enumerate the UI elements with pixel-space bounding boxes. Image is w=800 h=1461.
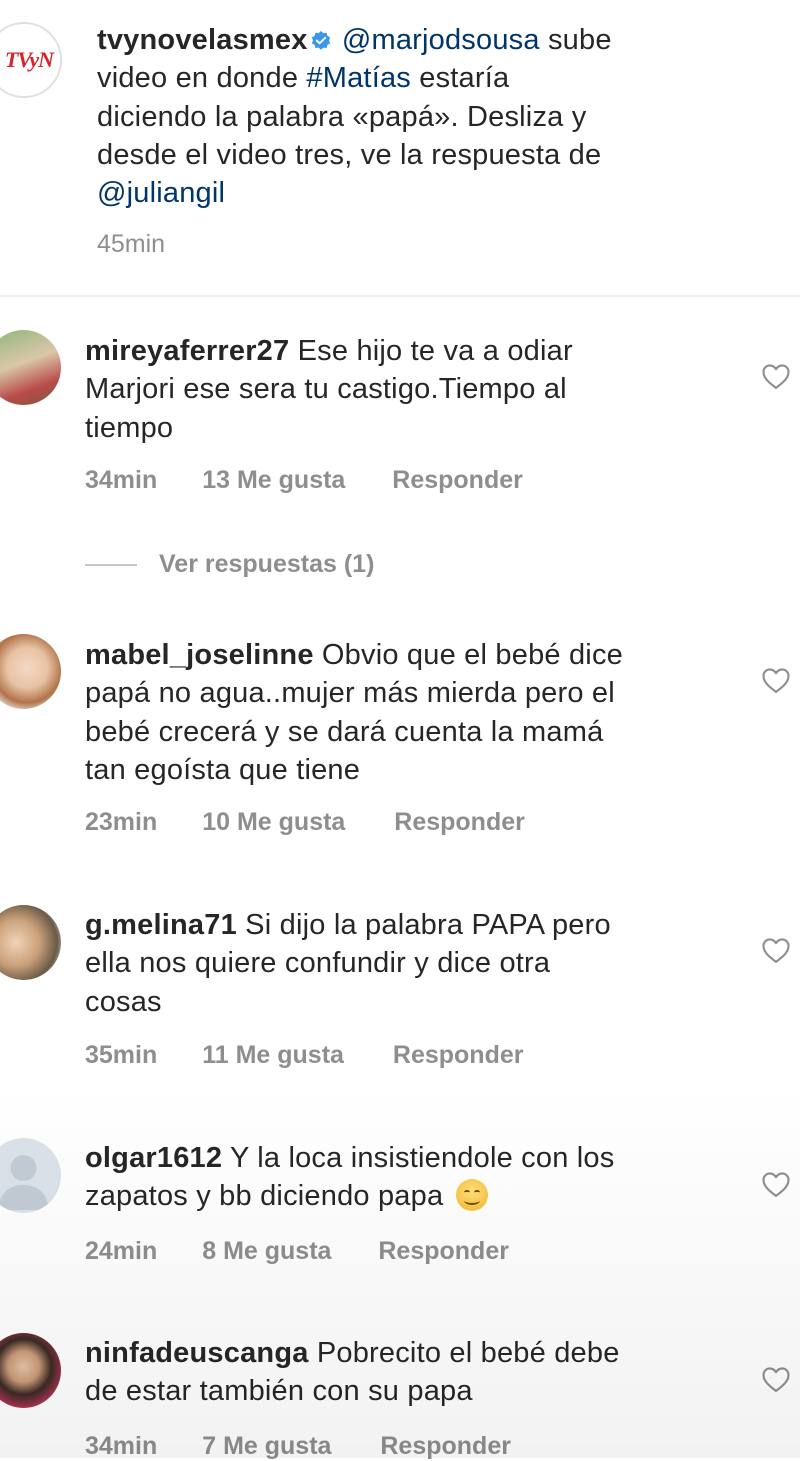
heart-outline-icon[interactable] — [761, 936, 791, 964]
avatar[interactable] — [0, 1138, 61, 1213]
comment-body: tiempo — [85, 411, 174, 444]
mention-marjodsousa[interactable]: @marjodsousa — [342, 24, 540, 56]
comment-timestamp: 23min — [85, 808, 158, 836]
verified-badge-icon — [311, 31, 330, 50]
heart-outline-icon[interactable] — [761, 1365, 791, 1393]
comment-body: papá no agua..mujer más mierda pero el — [85, 677, 615, 710]
replies-divider-line — [85, 564, 137, 567]
avatar[interactable] — [0, 1333, 61, 1408]
view-replies-button[interactable]: Ver respuestas (1) — [85, 550, 374, 579]
reply-button[interactable]: Responder — [378, 1237, 509, 1266]
comment-username[interactable]: g.melina71 — [85, 909, 237, 941]
comment-meta: 24min 8 Me gusta Responder — [85, 1237, 509, 1266]
comment-meta: 34min 7 Me gusta Responder — [85, 1432, 511, 1461]
heart-outline-icon[interactable] — [761, 666, 791, 694]
comment-body: Marjori ese sera tu castigo.Tiempo al — [85, 373, 567, 406]
comment-timestamp: 24min — [85, 1237, 158, 1265]
post-caption: TVyN tvynovelasmex @marjodsousa sube vid… — [0, 0, 800, 296]
avatar[interactable] — [0, 905, 61, 980]
comment-body: bebé crecerá y se dará cuenta la mamá — [85, 715, 604, 748]
likes-count[interactable]: 11 Me gusta — [202, 1041, 344, 1070]
heart-outline-icon[interactable] — [761, 362, 791, 390]
comment-body: cosas — [85, 985, 162, 1018]
comment-meta: 23min 10 Me gusta Responder — [85, 808, 525, 837]
comment-body: Si dijo la palabra PAPA pero — [245, 909, 611, 941]
comment-body: ella nos quiere confundir y dice otra — [85, 947, 551, 980]
tvyn-logo: TVyN — [4, 47, 54, 72]
caption-divider — [0, 295, 800, 297]
reply-button[interactable]: Responder — [380, 1432, 511, 1461]
comment-body: zapatos y bb diciendo papa — [85, 1180, 444, 1213]
reply-button[interactable]: Responder — [392, 466, 523, 495]
comment-text: ninfadeuscanga Pobrecito el bebé debe de… — [85, 1334, 755, 1411]
likes-count[interactable]: 7 Me gusta — [202, 1432, 331, 1461]
caption-username[interactable]: tvynovelasmex — [97, 24, 308, 56]
comment-body: de estar también con su papa — [85, 1375, 473, 1408]
likes-count[interactable]: 8 Me gusta — [202, 1237, 331, 1266]
comment-username[interactable]: olgar1612 — [85, 1142, 222, 1174]
default-avatar-icon — [0, 1155, 49, 1210]
caption-line4: desde el video tres, ve la respuesta de — [97, 138, 602, 171]
comment-text: g.melina71 Si dijo la palabra PAPA pero … — [85, 906, 755, 1021]
mention-juliangil[interactable]: @juliangil — [97, 177, 225, 209]
comment-timestamp: 34min — [85, 466, 158, 494]
comment-body: Pobrecito el bebé debe — [316, 1337, 620, 1369]
comment-username[interactable]: mabel_joselinne — [85, 639, 314, 671]
avatar[interactable] — [0, 634, 61, 709]
caption-line2-post: estaría — [419, 62, 510, 95]
hashtag-matias[interactable]: #Matías — [306, 62, 411, 94]
comment-meta: 35min 11 Me gusta Responder — [85, 1041, 524, 1070]
comment-timestamp: 35min — [85, 1041, 158, 1069]
comment-body: tan egoísta que tiene — [85, 753, 361, 786]
comment-text: mireyaferrer27 Ese hijo te va a odiar Ma… — [85, 332, 755, 447]
likes-count[interactable]: 13 Me gusta — [202, 466, 345, 495]
likes-count[interactable]: 10 Me gusta — [202, 808, 345, 837]
caption-line1-rest: sube — [547, 24, 612, 56]
comment-body: Y la loca insistiendole con los — [229, 1142, 615, 1174]
caption-text: tvynovelasmex @marjodsousa sube video en… — [97, 21, 797, 212]
smiling-face-emoji — [455, 1179, 488, 1212]
caption-timestamp: 45min — [97, 230, 166, 258]
comment-text: olgar1612 Y la loca insistiendole con lo… — [85, 1139, 755, 1216]
view-replies-label: Ver respuestas (1) — [159, 550, 375, 578]
account-avatar-tvynovelasmex[interactable]: TVyN — [0, 22, 62, 98]
caption-line2-pre: video en donde — [97, 62, 299, 95]
comment-meta: 34min 13 Me gusta Responder — [85, 466, 523, 495]
reply-button[interactable]: Responder — [393, 1041, 524, 1070]
avatar[interactable] — [0, 330, 61, 405]
comment-body: Ese hijo te va a odiar — [297, 335, 573, 367]
comment-username[interactable]: mireyaferrer27 — [85, 335, 289, 367]
caption-line3: diciendo la palabra «papá». Desliza y — [97, 100, 587, 133]
comment-text: mabel_joselinne Obvio que el bebé dice p… — [85, 636, 755, 789]
comment-username[interactable]: ninfadeuscanga — [85, 1337, 309, 1369]
comment-timestamp: 34min — [85, 1432, 158, 1460]
reply-button[interactable]: Responder — [394, 808, 525, 837]
heart-outline-icon[interactable] — [761, 1170, 791, 1198]
comment-body: Obvio que el bebé dice — [321, 639, 623, 671]
